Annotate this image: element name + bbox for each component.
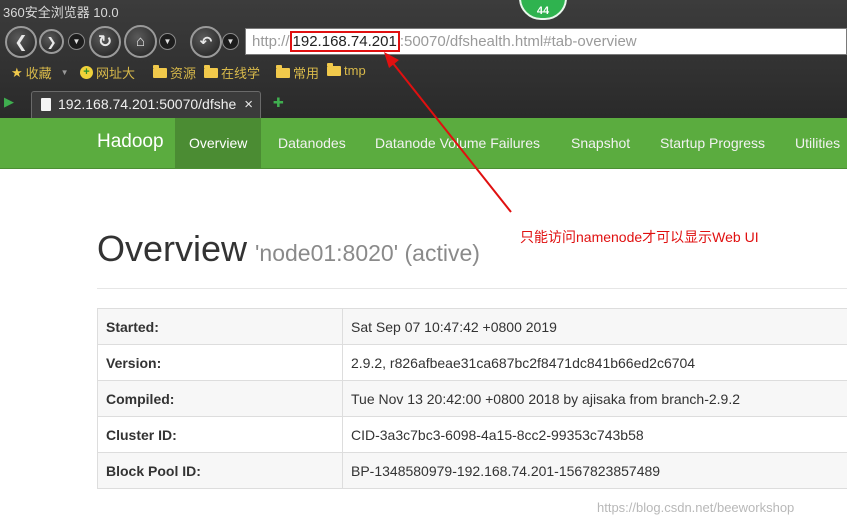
annotation-text: 只能访问namenode才可以显示Web UI <box>520 229 759 245</box>
tab-startup-progress[interactable]: Startup Progress <box>660 118 765 168</box>
row-value: CID-3a3c7bc3-6098-4a15-8cc2-99353c743b58 <box>342 416 847 453</box>
tab-title: 192.168.74.201:50070/dfshe <box>58 96 237 112</box>
bookmarks-bar: ★ 收藏 ▼ + 网址大 资源 在线学 常用 tmp <box>0 60 847 82</box>
hadoop-navbar: Hadoop Overview Datanodes Datanode Volum… <box>0 118 847 169</box>
bookmark-common[interactable]: 常用 <box>276 63 319 82</box>
bookmark-label: 在线学 <box>221 66 261 81</box>
page-icon <box>41 98 51 111</box>
undo-dropdown-icon[interactable]: ▼ <box>222 33 239 50</box>
bookmark-sites[interactable]: + 网址大 <box>80 63 135 82</box>
address-bar[interactable]: http://192.168.74.201:50070/dfshealth.ht… <box>245 28 847 55</box>
tab-snapshot[interactable]: Snapshot <box>571 118 630 168</box>
folder-icon <box>204 64 218 78</box>
row-value: Tue Nov 13 20:42:00 +0800 2018 by ajisak… <box>342 380 847 417</box>
bookmark-tmp[interactable]: tmp <box>327 62 366 78</box>
tab-datanodes[interactable]: Datanodes <box>278 118 346 168</box>
row-label: Compiled: <box>97 380 343 417</box>
tab-datanode-volume-failures[interactable]: Datanode Volume Failures <box>375 118 540 168</box>
table-row: Started: Sat Sep 07 10:47:42 +0800 2019 <box>97 308 847 345</box>
row-label: Block Pool ID: <box>97 452 343 489</box>
refresh-icon[interactable]: ↻ <box>89 26 121 58</box>
browser-title: 360安全浏览器 10.0 <box>3 5 119 20</box>
tab-close-icon[interactable]: × <box>244 92 253 117</box>
address-path: :50070/dfshealth.html#tab-overview <box>399 33 637 50</box>
undo-icon[interactable]: ↶ <box>190 26 222 58</box>
page-title: Overview 'node01:8020' (active) <box>97 228 480 270</box>
table-row: Cluster ID: CID-3a3c7bc3-6098-4a15-8cc2-… <box>97 416 847 453</box>
row-value: 2.9.2, r826afbeae31ca687bc2f8471dc841b66… <box>342 344 847 381</box>
bookmark-label: tmp <box>344 63 366 78</box>
plus-icon: + <box>80 66 93 79</box>
row-label: Started: <box>97 308 343 345</box>
folder-icon <box>153 64 167 78</box>
bookmark-resources[interactable]: 资源 <box>153 63 196 82</box>
folder-icon <box>327 62 341 76</box>
bookmark-label: 网址大 <box>96 66 136 81</box>
bookmark-label: 收藏 <box>25 66 52 81</box>
back-icon[interactable]: ❮ <box>5 26 37 58</box>
new-tab-icon[interactable]: ✚ <box>273 95 284 111</box>
browser-tab[interactable]: 192.168.74.201:50070/dfshe × <box>31 91 261 118</box>
chevron-down-icon: ▼ <box>60 68 69 77</box>
watermark: https://blog.csdn.net/beeworkshop <box>597 500 795 515</box>
chevron-down-icon[interactable]: ▼ <box>68 33 85 50</box>
forward-icon[interactable]: ❯ <box>39 29 64 54</box>
hadoop-brand[interactable]: Hadoop <box>97 131 164 153</box>
table-row: Block Pool ID: BP-1348580979-192.168.74.… <box>97 452 847 489</box>
table-row: Compiled: Tue Nov 13 20:42:00 +0800 2018… <box>97 380 847 417</box>
bookmark-label: 常用 <box>293 66 320 81</box>
row-label: Version: <box>97 344 343 381</box>
home-dropdown-icon[interactable]: ▼ <box>159 33 176 50</box>
overview-subtitle: 'node01:8020' (active) <box>255 240 480 266</box>
overview-table: Started: Sat Sep 07 10:47:42 +0800 2019 … <box>97 308 847 489</box>
table-row: Version: 2.9.2, r826afbeae31ca687bc2f847… <box>97 344 847 381</box>
tab-overview[interactable]: Overview <box>175 118 262 168</box>
sidebar-toggle-icon[interactable]: ▶ <box>4 94 14 110</box>
row-label: Cluster ID: <box>97 416 343 453</box>
tab-utilities[interactable]: Utilities <box>795 118 840 168</box>
address-prefix: http:// <box>252 33 290 50</box>
browser-chrome: 360安全浏览器 10.0 44 ❮ ❯ ▼ ↻ ⌂ ▼ ↶ ▼ http://… <box>0 0 847 118</box>
folder-icon <box>276 64 290 78</box>
divider <box>97 288 847 289</box>
address-host: 192.168.74.201 <box>289 31 400 52</box>
overview-title: Overview <box>97 228 248 269</box>
notification-badge[interactable]: 44 <box>519 0 567 20</box>
home-icon[interactable]: ⌂ <box>124 25 157 58</box>
bookmark-favorites[interactable]: ★ 收藏 ▼ <box>11 63 69 82</box>
tab-bar: ▶ 192.168.74.201:50070/dfshe × ✚ <box>0 88 847 118</box>
row-value: BP-1348580979-192.168.74.201-15678238574… <box>342 452 847 489</box>
bookmark-label: 资源 <box>170 66 197 81</box>
row-value: Sat Sep 07 10:47:42 +0800 2019 <box>342 308 847 345</box>
star-icon: ★ <box>11 64 23 80</box>
bookmark-online[interactable]: 在线学 <box>204 63 260 82</box>
